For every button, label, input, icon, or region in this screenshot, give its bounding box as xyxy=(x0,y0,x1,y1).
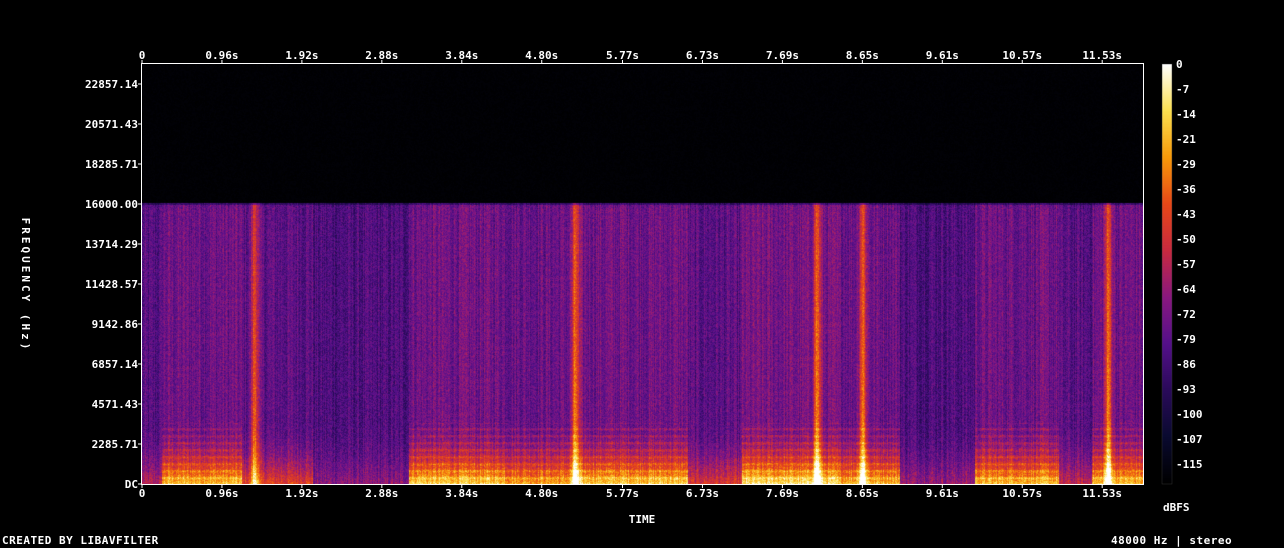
colorbar-tick-label: -21 xyxy=(1176,133,1196,146)
colorbar-tick-label: -107 xyxy=(1176,433,1203,446)
time-tick-label: 11.53s xyxy=(1082,487,1122,500)
time-axis-top: 0 0.96s 1.92s 2.88s 3.84s 4.80s 5.77s 6.73s 7.69… xyxy=(139,49,1122,64)
time-tick-label: 5.77s xyxy=(606,49,639,62)
colorbar-tick-label: -115 xyxy=(1176,458,1203,471)
time-tick-label: 6.73s xyxy=(686,487,719,500)
time-tick-label: 8.65s xyxy=(846,49,879,62)
time-tick-label: 3.84s xyxy=(445,49,478,62)
colorbar-tick-label: -36 xyxy=(1176,183,1196,196)
x-axis-label: TIME xyxy=(629,513,656,526)
time-tick-label: 4.80s xyxy=(525,49,558,62)
audio-format-text: 48000 Hz | stereo xyxy=(1111,534,1233,547)
colorbar-tick-label: -79 xyxy=(1176,333,1196,346)
frequency-tick-label: 6857.14 xyxy=(92,358,139,371)
time-tick-label: 0.96s xyxy=(205,49,238,62)
time-tick-label: 0 xyxy=(139,487,146,500)
time-tick-label: 7.69s xyxy=(766,49,799,62)
credit-text: CREATED BY LIBAVFILTER xyxy=(2,534,159,547)
colorbar-tick-label: -43 xyxy=(1176,208,1196,221)
colorbar-tick-label: -86 xyxy=(1176,358,1196,371)
colorbar-tick-label: -7 xyxy=(1176,83,1189,96)
time-tick-label: 10.57s xyxy=(1002,49,1042,62)
time-tick-label: 2.88s xyxy=(365,49,398,62)
frequency-axis: DC 2285.71 4571.43 6857.14 9142.86 11428.57 13… xyxy=(85,78,142,491)
frequency-tick-label: 2285.71 xyxy=(92,438,139,451)
frequency-tick-label: 18285.71 xyxy=(85,158,138,171)
time-tick-label: 9.61s xyxy=(926,49,959,62)
frequency-tick-label: 4571.43 xyxy=(92,398,138,411)
colorbar-tick-label: -93 xyxy=(1176,383,1196,396)
plot-area xyxy=(141,63,1144,485)
time-tick-label: 5.77s xyxy=(606,487,639,500)
frequency-tick-label: 16000.00 xyxy=(85,198,138,211)
frequency-tick-label: 11428.57 xyxy=(85,278,138,291)
time-tick-label: 1.92s xyxy=(285,487,318,500)
colorbar-gradient xyxy=(1162,64,1172,484)
time-tick-label: 0 xyxy=(139,49,146,62)
colorbar xyxy=(1161,63,1173,485)
time-tick-label: 4.80s xyxy=(525,487,558,500)
frequency-tick-label: 9142.86 xyxy=(92,318,139,331)
colorbar-tick-label: -64 xyxy=(1176,283,1196,296)
time-tick-label: 10.57s xyxy=(1002,487,1042,500)
colorbar-tick-label: -29 xyxy=(1176,158,1196,171)
time-tick-label: 2.88s xyxy=(365,487,398,500)
spectrogram-chart: 0 0.96s 1.92s 2.88s 3.84s 4.80s 5.77s 6.73s 7.69… xyxy=(19,49,1203,526)
colorbar-tick-label: -14 xyxy=(1176,108,1196,121)
time-tick-label: 7.69s xyxy=(766,487,799,500)
y-axis-label: FREQUENCY (Hz) xyxy=(19,218,32,353)
frequency-tick-label: 13714.29 xyxy=(85,238,138,251)
time-axis-bottom: 0 0.96s 1.92s 2.88s 3.84s 4.80s 5.77s 6.73s 7.69… xyxy=(139,484,1122,500)
time-tick-label: 8.65s xyxy=(846,487,879,500)
time-tick-label: 6.73s xyxy=(686,49,719,62)
time-tick-label: 9.61s xyxy=(926,487,959,500)
frequency-tick-label: 20571.43 xyxy=(85,118,138,131)
frequency-tick-label: DC xyxy=(125,478,138,491)
colorbar-tick-label: -100 xyxy=(1176,408,1203,421)
colorbar-unit-label: dBFS xyxy=(1163,501,1190,514)
time-tick-label: 0.96s xyxy=(205,487,238,500)
colorbar-tick-label: -57 xyxy=(1176,258,1196,271)
colorbar-tick-label: -72 xyxy=(1176,308,1196,321)
colorbar-ticks: 0 -7 -14 -21 -29 -36 -43 -50 -57 -64 -72 -79 -86 -93 -… xyxy=(1176,58,1203,471)
colorbar-tick-label: -50 xyxy=(1176,233,1196,246)
time-tick-label: 11.53s xyxy=(1082,49,1122,62)
time-tick-label: 1.92s xyxy=(285,49,318,62)
frequency-tick-label: 22857.14 xyxy=(85,78,138,91)
spectrogram-image xyxy=(142,64,1143,484)
time-tick-label: 3.84s xyxy=(445,487,478,500)
colorbar-tick-label: 0 xyxy=(1176,58,1183,71)
